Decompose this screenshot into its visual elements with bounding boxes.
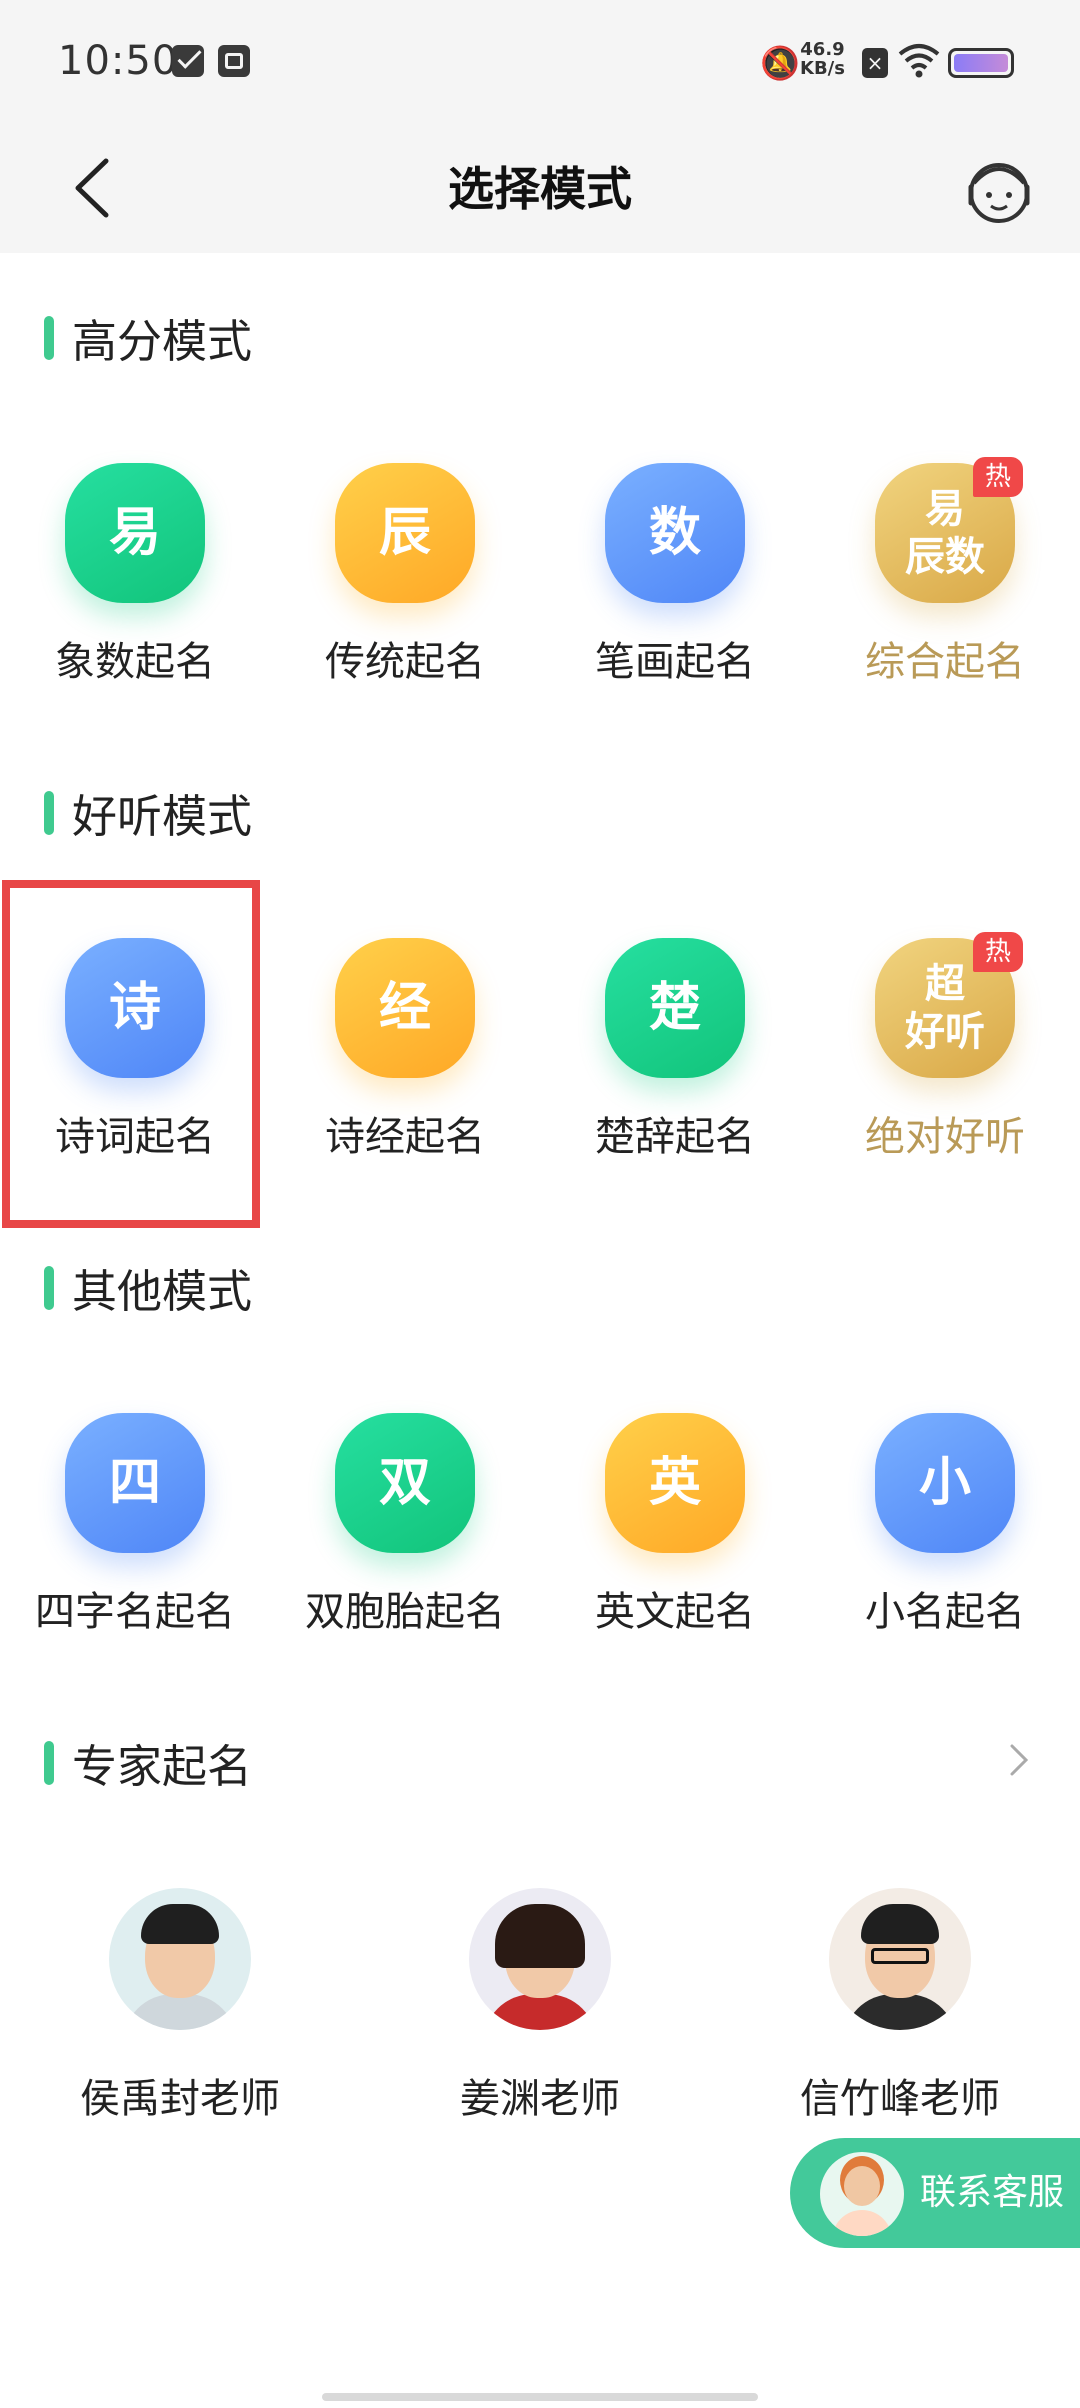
mode-label: 双胞胎起名 (305, 1589, 505, 1635)
status-bar: 10:50 🔕 46.9 KB/s × (0, 0, 1080, 125)
customer-service-icon[interactable] (958, 149, 1040, 231)
mode-icon-shu: 数 (605, 463, 745, 603)
mode-item-absolutely-pleasant[interactable]: 超 好听 热 绝对好听 (810, 932, 1080, 1162)
mode-icon-line-2: 好听 (905, 1009, 985, 1055)
page-title: 选择模式 (448, 162, 632, 216)
section-accent-bar (44, 315, 54, 360)
mode-label: 四字名起名 (35, 1589, 235, 1635)
section-accent-bar (44, 1740, 54, 1785)
contact-service-button[interactable]: 联系客服 (790, 2138, 1080, 2248)
mode-label: 诗词起名 (55, 1114, 215, 1160)
section-title-text: 好听模式 (72, 790, 253, 843)
no-sim-icon: × (862, 48, 888, 78)
section-title-experts[interactable]: 专家起名 (44, 1730, 252, 1795)
contact-service-label: 联系客服 (920, 2172, 1065, 2213)
mode-item-xiangshu[interactable]: 易 象数起名 (0, 463, 270, 687)
wifi-icon (898, 44, 940, 78)
mode-icon-shi: 诗 (65, 938, 205, 1078)
mode-icon-yi: 易 (65, 463, 205, 603)
mode-icon-ying: 英 (605, 1413, 745, 1553)
mode-item-poetry[interactable]: 诗 诗词起名 (0, 938, 270, 1162)
mode-item-twins[interactable]: 双 双胞胎起名 (270, 1413, 540, 1637)
mode-icon-jing: 经 (335, 938, 475, 1078)
mode-item-nickname[interactable]: 小 小名起名 (810, 1413, 1080, 1637)
mode-icon-chu: 楚 (605, 938, 745, 1078)
mode-label: 小名起名 (865, 1589, 1025, 1635)
mode-item-traditional[interactable]: 辰 传统起名 (270, 463, 540, 687)
hot-badge: 热 (973, 457, 1023, 497)
chevron-right-icon[interactable] (998, 1740, 1038, 1780)
mode-icon-line-2: 辰数 (905, 534, 985, 580)
mode-item-strokes[interactable]: 数 笔画起名 (540, 463, 810, 687)
mode-icon-super-pleasant: 超 好听 热 (875, 932, 1023, 1078)
section-title-text: 专家起名 (72, 1740, 253, 1793)
mode-item-english[interactable]: 英 英文起名 (540, 1413, 810, 1637)
status-time: 10:50 (58, 38, 179, 84)
home-indicator[interactable] (322, 2393, 758, 2401)
section-accent-bar (44, 790, 54, 835)
message-icon (172, 45, 204, 77)
mode-icon-si: 四 (65, 1413, 205, 1553)
expert-card[interactable]: 信竹峰老师 (750, 1888, 1050, 2124)
hot-badge: 热 (973, 932, 1023, 972)
avatar (109, 1888, 251, 2030)
expert-card[interactable]: 姜渊老师 (390, 1888, 690, 2124)
mode-label: 楚辞起名 (595, 1114, 755, 1160)
mode-icon-shuang: 双 (335, 1413, 475, 1553)
mode-item-shijing[interactable]: 经 诗经起名 (270, 938, 540, 1162)
net-speed-unit: KB/s (800, 58, 845, 79)
mode-label: 象数起名 (55, 639, 215, 685)
mode-label: 笔画起名 (595, 639, 755, 685)
expert-card[interactable]: 侯禹封老师 (30, 1888, 330, 2124)
avatar (829, 1888, 971, 2030)
net-speed-value: 46.9 (800, 39, 845, 60)
mode-item-comprehensive[interactable]: 易 辰数 热 综合起名 (810, 457, 1080, 687)
avatar (469, 1888, 611, 2030)
mode-label: 传统起名 (325, 639, 485, 685)
mode-item-chuci[interactable]: 楚 楚辞起名 (540, 938, 810, 1162)
mode-icon-xiao: 小 (875, 1413, 1015, 1553)
service-agent-avatar (820, 2152, 904, 2236)
mode-label: 绝对好听 (865, 1114, 1025, 1160)
archive-icon (218, 45, 250, 77)
expert-name: 侯禹封老师 (80, 2076, 280, 2122)
expert-name: 信竹峰老师 (800, 2076, 1000, 2122)
section-title-text: 高分模式 (72, 315, 253, 368)
net-speed: 46.9 KB/s (800, 40, 845, 78)
mode-icon-chen: 辰 (335, 463, 475, 603)
section-title-pleasant: 好听模式 (44, 780, 252, 845)
mode-label: 英文起名 (595, 1589, 755, 1635)
section-title-other: 其他模式 (44, 1255, 252, 1320)
bell-muted-icon: 🔕 (760, 44, 800, 82)
mode-item-four-character[interactable]: 四 四字名起名 (0, 1413, 270, 1637)
expert-name: 姜渊老师 (460, 2076, 620, 2122)
mode-label: 诗经起名 (325, 1114, 485, 1160)
nav-bar: 选择模式 (0, 125, 1080, 253)
section-accent-bar (44, 1265, 54, 1310)
section-title-text: 其他模式 (72, 1265, 253, 1318)
mode-icon-comprehensive: 易 辰数 热 (875, 457, 1023, 603)
mode-label: 综合起名 (865, 639, 1025, 685)
section-title-high-score: 高分模式 (44, 305, 252, 370)
battery-icon (948, 48, 1014, 78)
